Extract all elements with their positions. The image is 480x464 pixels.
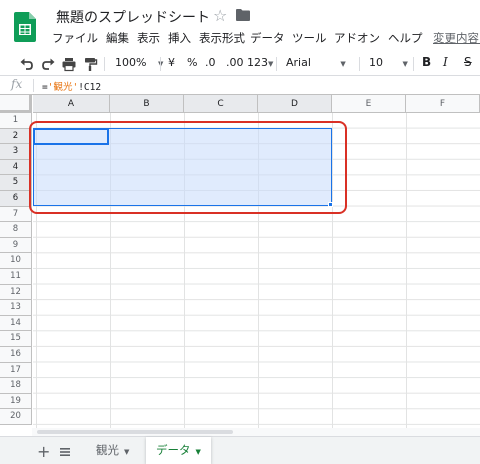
- chevron-down-icon[interactable]: ▼: [196, 448, 201, 456]
- folder-icon[interactable]: [236, 9, 250, 21]
- italic-button[interactable]: I: [443, 55, 448, 69]
- annotation-highlight: [29, 121, 347, 214]
- last-edit-link[interactable]: 変更内容を: [433, 30, 480, 46]
- spreadsheet-grid: ABCDEF 1 2 3 4 5 6 7 8 9 10 11 12 13 14 15 16 17 18 19 20: [0, 95, 480, 428]
- font-value: Arial: [286, 56, 311, 69]
- menu-insert[interactable]: 挿入: [168, 30, 191, 46]
- menu-tools[interactable]: ツール: [292, 30, 327, 46]
- sheets-logo-icon[interactable]: [14, 12, 36, 42]
- scrollbar-thumb[interactable]: [37, 430, 233, 434]
- column-header-c[interactable]: C: [184, 95, 258, 113]
- decrease-decimal-button[interactable]: .0: [205, 56, 216, 69]
- font-size-value: 10: [369, 56, 383, 69]
- row-header-4[interactable]: 4: [0, 159, 32, 176]
- toolbar-divider: [160, 57, 161, 71]
- row-header-11[interactable]: 11: [0, 269, 32, 285]
- column-header-a[interactable]: A: [33, 95, 110, 113]
- formula-bar: fx ='観光'!C12: [0, 76, 480, 95]
- row-header-8[interactable]: 8: [0, 222, 32, 238]
- row-header-7[interactable]: 7: [0, 206, 32, 223]
- zoom-value: 100%: [115, 56, 147, 69]
- chevron-down-icon[interactable]: ▼: [124, 448, 129, 456]
- row-header-18[interactable]: 18: [0, 378, 32, 394]
- font-select[interactable]: Arial ▼: [286, 56, 346, 69]
- print-icon[interactable]: [61, 56, 77, 72]
- toolbar-divider: [104, 57, 105, 71]
- row-header-15[interactable]: 15: [0, 331, 32, 347]
- strikethrough-button[interactable]: S: [464, 55, 472, 69]
- chevron-down-icon: ▼: [340, 60, 346, 68]
- increase-decimal-button[interactable]: .00: [226, 56, 244, 69]
- zoom-select[interactable]: 100% ▼: [115, 56, 163, 69]
- app-header: 無題のスプレッドシート ☆ ファイル 編集 表示 挿入 表示形式 データ ツール…: [0, 0, 480, 52]
- redo-icon[interactable]: [40, 56, 56, 72]
- select-all-corner[interactable]: [0, 95, 32, 113]
- horizontal-scrollbar[interactable]: [32, 428, 480, 436]
- formula-input[interactable]: ='観光'!C12: [42, 79, 101, 93]
- row-header-3[interactable]: 3: [0, 144, 32, 160]
- chevron-down-icon: ▼: [402, 60, 408, 68]
- toolbar-divider: [276, 57, 277, 71]
- row-header-16[interactable]: 16: [0, 347, 32, 363]
- more-formats-select[interactable]: 123▼: [247, 56, 273, 69]
- formula-sheet-ref: '観光': [47, 82, 79, 93]
- more-formats-label: 123: [247, 56, 268, 69]
- row-header-2[interactable]: 2: [0, 128, 32, 145]
- row-header-6[interactable]: 6: [0, 191, 32, 207]
- column-header-b[interactable]: B: [110, 95, 184, 113]
- undo-icon[interactable]: [19, 56, 35, 72]
- sheet-tab-kanko[interactable]: 観光 ▼: [86, 437, 139, 464]
- row-header-20[interactable]: 20: [0, 409, 32, 425]
- menu-view[interactable]: 表示: [137, 30, 160, 46]
- cell-area[interactable]: [29, 113, 480, 428]
- chevron-down-icon: ▼: [268, 60, 274, 68]
- currency-format-button[interactable]: ¥: [168, 56, 175, 69]
- row-header-13[interactable]: 13: [0, 300, 32, 316]
- row-header-19[interactable]: 19: [0, 393, 32, 410]
- row-header-5[interactable]: 5: [0, 175, 32, 191]
- percent-format-button[interactable]: %: [187, 56, 197, 69]
- row-header-10[interactable]: 10: [0, 253, 32, 269]
- function-icon: fx: [11, 77, 23, 91]
- add-sheet-button[interactable]: +: [37, 442, 50, 461]
- font-size-select[interactable]: 10 ▼: [369, 56, 408, 69]
- toolbar-divider: [359, 57, 360, 71]
- column-header-e[interactable]: E: [332, 95, 406, 113]
- row-header-1[interactable]: 1: [0, 113, 32, 129]
- sheet-tab-bar: + 観光 ▼ データ ▼: [0, 436, 480, 464]
- star-icon[interactable]: ☆: [213, 6, 227, 25]
- toolbar: 100% ▼ ¥ % .0 .00 123▼ Arial ▼ 10 ▼ B I …: [0, 52, 480, 76]
- menu-data[interactable]: データ: [250, 30, 285, 46]
- formula-divider: [33, 79, 34, 92]
- row-header-14[interactable]: 14: [0, 315, 32, 332]
- column-header-d[interactable]: D: [258, 95, 332, 113]
- row-header-17[interactable]: 17: [0, 362, 32, 379]
- menu-help[interactable]: ヘルプ: [388, 30, 423, 46]
- sheet-tab-label: 観光: [96, 443, 119, 457]
- document-title[interactable]: 無題のスプレッドシート: [56, 7, 210, 27]
- paint-format-icon[interactable]: [82, 56, 98, 72]
- all-sheets-menu-icon[interactable]: [60, 448, 70, 456]
- sheet-tab-data[interactable]: データ ▼: [146, 437, 211, 464]
- menu-file[interactable]: ファイル: [52, 30, 98, 46]
- row-header-12[interactable]: 12: [0, 284, 32, 301]
- row-header-9[interactable]: 9: [0, 237, 32, 254]
- bold-button[interactable]: B: [422, 55, 431, 69]
- column-header-f[interactable]: F: [406, 95, 480, 113]
- sheet-tab-label: データ: [156, 443, 191, 457]
- menu-format[interactable]: 表示形式: [199, 30, 245, 46]
- menu-addons[interactable]: アドオン: [334, 30, 380, 46]
- toolbar-divider: [413, 57, 414, 71]
- menu-edit[interactable]: 編集: [106, 30, 129, 46]
- formula-cell-ref: !C12: [78, 82, 102, 93]
